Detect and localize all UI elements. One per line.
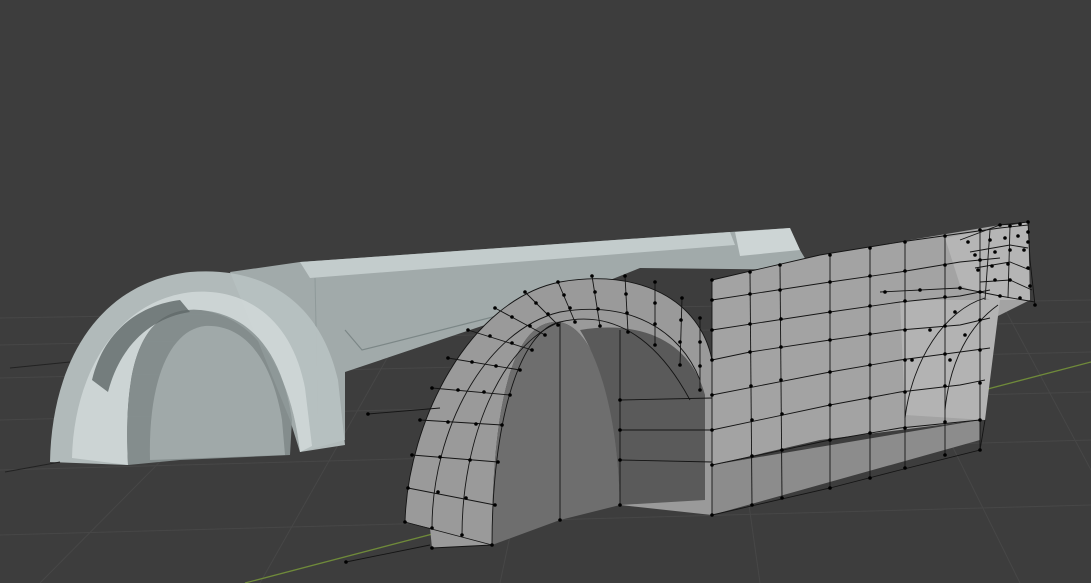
3d-viewport[interactable] (0, 0, 1091, 583)
